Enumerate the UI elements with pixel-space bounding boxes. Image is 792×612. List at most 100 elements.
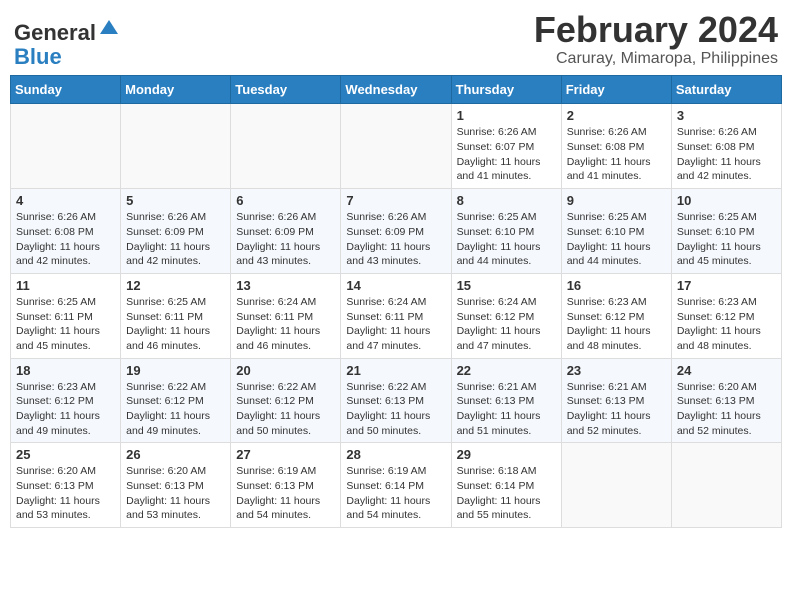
calendar-cell: 25 Sunrise: 6:20 AMSunset: 6:13 PMDayligh… xyxy=(11,443,121,528)
day-number: 27 xyxy=(236,447,335,462)
day-number: 29 xyxy=(457,447,556,462)
calendar-cell: 28 Sunrise: 6:19 AMSunset: 6:14 PMDayligh… xyxy=(341,443,451,528)
day-info: Sunrise: 6:21 AMSunset: 6:13 PMDaylight:… xyxy=(457,380,556,439)
day-info: Sunrise: 6:19 AMSunset: 6:13 PMDaylight:… xyxy=(236,464,335,523)
day-info: Sunrise: 6:23 AMSunset: 6:12 PMDaylight:… xyxy=(677,295,776,354)
day-number: 14 xyxy=(346,278,445,293)
weekday-thursday: Thursday xyxy=(451,76,561,104)
title-block: February 2024 Caruray, Mimaropa, Philipp… xyxy=(534,10,778,68)
day-info: Sunrise: 6:25 AMSunset: 6:10 PMDaylight:… xyxy=(567,210,666,269)
day-number: 13 xyxy=(236,278,335,293)
calendar-cell xyxy=(671,443,781,528)
day-number: 28 xyxy=(346,447,445,462)
day-number: 8 xyxy=(457,193,556,208)
day-info: Sunrise: 6:18 AMSunset: 6:14 PMDaylight:… xyxy=(457,464,556,523)
day-number: 16 xyxy=(567,278,666,293)
day-info: Sunrise: 6:20 AMSunset: 6:13 PMDaylight:… xyxy=(677,380,776,439)
day-number: 24 xyxy=(677,363,776,378)
page-header: General Blue February 2024 Caruray, Mima… xyxy=(10,10,782,69)
calendar-cell xyxy=(11,104,121,189)
day-number: 2 xyxy=(567,108,666,123)
day-number: 5 xyxy=(126,193,225,208)
day-info: Sunrise: 6:26 AMSunset: 6:09 PMDaylight:… xyxy=(346,210,445,269)
day-number: 19 xyxy=(126,363,225,378)
calendar-cell: 16Sunrise: 6:23 AMSunset: 6:12 PMDayligh… xyxy=(561,273,671,358)
week-row-4: 18Sunrise: 6:23 AMSunset: 6:12 PMDayligh… xyxy=(11,358,782,443)
day-info: Sunrise: 6:24 AMSunset: 6:11 PMDaylight:… xyxy=(236,295,335,354)
week-row-1: 1 Sunrise: 6:26 AMSunset: 6:07 PMDaylight… xyxy=(11,104,782,189)
logo: General Blue xyxy=(14,16,120,69)
day-info: Sunrise: 6:24 AMSunset: 6:11 PMDaylight:… xyxy=(346,295,445,354)
day-info: Sunrise: 6:26 AMSunset: 6:09 PMDaylight:… xyxy=(236,210,335,269)
calendar-cell xyxy=(561,443,671,528)
weekday-header-row: SundayMondayTuesdayWednesdayThursdayFrid… xyxy=(11,76,782,104)
calendar-cell: 21 Sunrise: 6:22 AMSunset: 6:13 PMDayligh… xyxy=(341,358,451,443)
day-info: Sunrise: 6:22 AMSunset: 6:12 PMDaylight:… xyxy=(236,380,335,439)
calendar-cell: 24 Sunrise: 6:20 AMSunset: 6:13 PMDayligh… xyxy=(671,358,781,443)
calendar-cell: 5 Sunrise: 6:26 AMSunset: 6:09 PMDaylight… xyxy=(121,189,231,274)
day-info: Sunrise: 6:26 AMSunset: 6:07 PMDaylight:… xyxy=(457,125,556,184)
day-info: Sunrise: 6:21 AMSunset: 6:13 PMDaylight:… xyxy=(567,380,666,439)
weekday-friday: Friday xyxy=(561,76,671,104)
logo-text: General Blue xyxy=(14,16,120,69)
calendar-cell: 22 Sunrise: 6:21 AMSunset: 6:13 PMDayligh… xyxy=(451,358,561,443)
logo-icon xyxy=(98,16,120,38)
calendar-cell: 11 Sunrise: 6:25 AMSunset: 6:11 PMDayligh… xyxy=(11,273,121,358)
day-number: 23 xyxy=(567,363,666,378)
calendar-cell: 8 Sunrise: 6:25 AMSunset: 6:10 PMDaylight… xyxy=(451,189,561,274)
calendar-cell: 17 Sunrise: 6:23 AMSunset: 6:12 PMDayligh… xyxy=(671,273,781,358)
day-number: 21 xyxy=(346,363,445,378)
day-info: Sunrise: 6:26 AMSunset: 6:09 PMDaylight:… xyxy=(126,210,225,269)
day-number: 3 xyxy=(677,108,776,123)
weekday-monday: Monday xyxy=(121,76,231,104)
day-info: Sunrise: 6:26 AMSunset: 6:08 PMDaylight:… xyxy=(16,210,115,269)
day-info: Sunrise: 6:25 AMSunset: 6:10 PMDaylight:… xyxy=(677,210,776,269)
calendar-cell xyxy=(121,104,231,189)
day-number: 7 xyxy=(346,193,445,208)
calendar-header: SundayMondayTuesdayWednesdayThursdayFrid… xyxy=(11,76,782,104)
day-info: Sunrise: 6:22 AMSunset: 6:13 PMDaylight:… xyxy=(346,380,445,439)
calendar-cell: 18Sunrise: 6:23 AMSunset: 6:12 PMDayligh… xyxy=(11,358,121,443)
day-info: Sunrise: 6:22 AMSunset: 6:12 PMDaylight:… xyxy=(126,380,225,439)
day-number: 9 xyxy=(567,193,666,208)
day-info: Sunrise: 6:19 AMSunset: 6:14 PMDaylight:… xyxy=(346,464,445,523)
day-info: Sunrise: 6:25 AMSunset: 6:11 PMDaylight:… xyxy=(16,295,115,354)
day-info: Sunrise: 6:25 AMSunset: 6:10 PMDaylight:… xyxy=(457,210,556,269)
calendar-cell: 19 Sunrise: 6:22 AMSunset: 6:12 PMDayligh… xyxy=(121,358,231,443)
calendar-cell: 6 Sunrise: 6:26 AMSunset: 6:09 PMDaylight… xyxy=(231,189,341,274)
calendar-cell: 20Sunrise: 6:22 AMSunset: 6:12 PMDayligh… xyxy=(231,358,341,443)
day-info: Sunrise: 6:24 AMSunset: 6:12 PMDaylight:… xyxy=(457,295,556,354)
calendar-cell: 2 Sunrise: 6:26 AMSunset: 6:08 PMDaylight… xyxy=(561,104,671,189)
weekday-sunday: Sunday xyxy=(11,76,121,104)
calendar-cell: 12Sunrise: 6:25 AMSunset: 6:11 PMDayligh… xyxy=(121,273,231,358)
day-info: Sunrise: 6:26 AMSunset: 6:08 PMDaylight:… xyxy=(677,125,776,184)
logo-general: General xyxy=(14,20,96,45)
day-number: 22 xyxy=(457,363,556,378)
calendar-cell: 3 Sunrise: 6:26 AMSunset: 6:08 PMDaylight… xyxy=(671,104,781,189)
day-info: Sunrise: 6:26 AMSunset: 6:08 PMDaylight:… xyxy=(567,125,666,184)
calendar-body: 1 Sunrise: 6:26 AMSunset: 6:07 PMDaylight… xyxy=(11,104,782,528)
calendar-cell: 27 Sunrise: 6:19 AMSunset: 6:13 PMDayligh… xyxy=(231,443,341,528)
calendar-cell: 29 Sunrise: 6:18 AMSunset: 6:14 PMDayligh… xyxy=(451,443,561,528)
calendar-cell: 9 Sunrise: 6:25 AMSunset: 6:10 PMDaylight… xyxy=(561,189,671,274)
day-number: 17 xyxy=(677,278,776,293)
calendar-cell: 26Sunrise: 6:20 AMSunset: 6:13 PMDayligh… xyxy=(121,443,231,528)
day-info: Sunrise: 6:20 AMSunset: 6:13 PMDaylight:… xyxy=(16,464,115,523)
week-row-5: 25 Sunrise: 6:20 AMSunset: 6:13 PMDayligh… xyxy=(11,443,782,528)
calendar-subtitle: Caruray, Mimaropa, Philippines xyxy=(534,50,778,68)
calendar-cell: 14 Sunrise: 6:24 AMSunset: 6:11 PMDayligh… xyxy=(341,273,451,358)
day-number: 11 xyxy=(16,278,115,293)
day-number: 1 xyxy=(457,108,556,123)
calendar-cell: 23 Sunrise: 6:21 AMSunset: 6:13 PMDayligh… xyxy=(561,358,671,443)
day-number: 18 xyxy=(16,363,115,378)
calendar-cell: 10Sunrise: 6:25 AMSunset: 6:10 PMDayligh… xyxy=(671,189,781,274)
day-number: 6 xyxy=(236,193,335,208)
calendar-cell: 4Sunrise: 6:26 AMSunset: 6:08 PMDaylight… xyxy=(11,189,121,274)
week-row-2: 4Sunrise: 6:26 AMSunset: 6:08 PMDaylight… xyxy=(11,189,782,274)
weekday-saturday: Saturday xyxy=(671,76,781,104)
calendar-cell xyxy=(341,104,451,189)
day-number: 25 xyxy=(16,447,115,462)
calendar-cell: 15Sunrise: 6:24 AMSunset: 6:12 PMDayligh… xyxy=(451,273,561,358)
weekday-wednesday: Wednesday xyxy=(341,76,451,104)
logo-blue: Blue xyxy=(14,44,62,69)
